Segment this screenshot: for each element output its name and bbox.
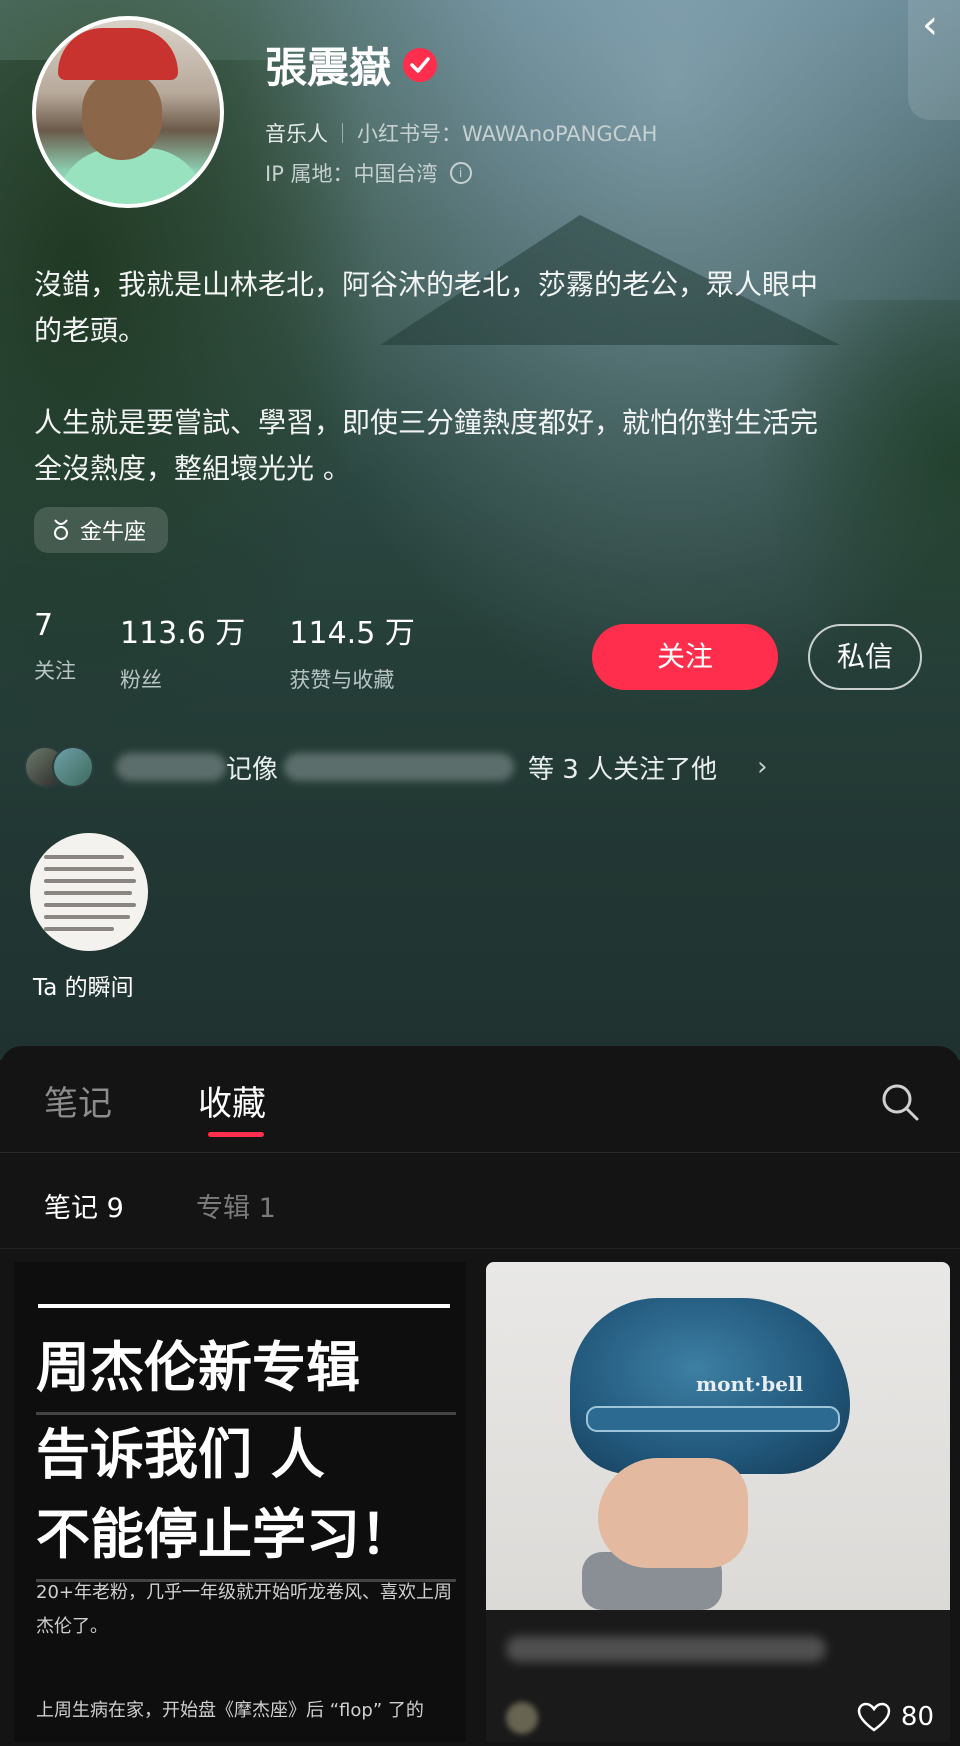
message-button[interactable]: 私信 [808,624,922,690]
like-button[interactable]: 80 [857,1702,934,1732]
bag-logo: mont·bell [696,1372,804,1396]
hand [598,1458,748,1568]
headline-line: 周杰伦新专辑 [36,1328,456,1415]
mutual-name-partial: 记像 [226,754,279,785]
stat-value: 7 [34,608,54,643]
stat-followers[interactable]: 113.6 万 粉丝 [120,608,245,694]
like-count: 80 [900,1702,934,1732]
stats-row: 7 关注 113.6 万 粉丝 114.5 万 获赞与收藏 [34,608,459,694]
card-description: 20+年老粉，几乎一年级就开始听龙卷风、喜欢上周杰伦了。 [36,1582,452,1637]
divider [342,123,343,143]
profile-name: 張震嶽 [265,43,392,92]
avatar-face [82,70,162,160]
author-avatar [506,1702,538,1734]
moment-thumbnail[interactable] [30,833,148,951]
zodiac-tag: 金牛座 [34,507,169,553]
note-card[interactable]: mont·bell 80 [486,1262,950,1742]
stat-label: 获赞与收藏 [289,668,395,692]
follow-button[interactable]: 关注 [592,624,778,690]
ip-location: IP 属地：中国台湾 [265,162,438,186]
back-button[interactable]: ‹ [908,0,960,120]
avatar[interactable] [32,16,224,208]
subtab-notes[interactable]: 笔记 9 [44,1186,124,1225]
bag-strap [586,1406,840,1432]
blurred-name [284,753,515,781]
tab-favorites[interactable]: 收藏 [198,1076,266,1125]
headline-line: 不能停止学习！ [36,1495,456,1582]
subtab-albums[interactable]: 专辑 1 [196,1186,276,1225]
verified-badge-icon [403,47,438,82]
moments-label: Ta 的瞬间 [33,975,134,1001]
stat-value: 114.5 万 [289,616,415,651]
card-headline: 周杰伦新专辑 告诉我们 人 不能停止学习！ [36,1328,456,1582]
mutual-followers-row[interactable]: 记像 等 3 人关注了他 › [24,746,768,788]
profile-role: 音乐人 [265,122,328,146]
tab-indicator [208,1132,264,1137]
profile-meta: 音乐人 小红书号：WAWAnoPANGCAH [265,118,657,148]
card-photo: mont·bell [486,1262,950,1610]
note-card[interactable]: 周杰伦新专辑 告诉我们 人 不能停止学习！ 20+年老粉，几乎一年级就开始听龙卷… [14,1262,466,1742]
tab-notes[interactable]: 笔记 [44,1076,112,1125]
heart-icon [857,1702,891,1732]
zodiac-label: 金牛座 [80,520,147,545]
stat-label: 关注 [34,659,76,683]
divider [0,1152,960,1153]
name-row: 張震嶽 [265,34,438,95]
avatar-hat [58,28,178,80]
tab-bar: 笔记 收藏 [0,1046,960,1152]
stat-value: 113.6 万 [120,616,246,651]
stat-following[interactable]: 7 关注 [34,608,76,694]
search-icon[interactable] [880,1082,920,1122]
taurus-icon [54,519,68,540]
profile-ip: IP 属地：中国台湾 i [265,158,472,188]
back-chevron-icon: ‹ [922,2,938,48]
blurred-name [116,753,226,781]
card-description: 上周生病在家，开始盘《摩杰座》后 “flop” 了的 [36,1700,424,1721]
blurred-caption [506,1636,826,1662]
stat-label: 粉丝 [120,668,162,692]
headline-line: 告诉我们 人 [36,1423,325,1486]
divider [0,1248,960,1249]
chevron-right-icon: › [757,752,768,782]
mutual-text: 等 3 人关注了他 [528,754,718,785]
info-icon[interactable]: i [449,162,472,184]
card-top-rule [38,1304,450,1308]
stat-likes[interactable]: 114.5 万 获赞与收藏 [289,608,414,694]
profile-xhs-id[interactable]: 小红书号：WAWAnoPANGCAH [357,118,657,148]
profile-bio: 沒錯，我就是山林老北，阿谷沐的老北，莎霧的老公，眾人眼中 的老頭。 人生就是要嘗… [34,268,819,485]
mutual-avatar [52,746,94,788]
